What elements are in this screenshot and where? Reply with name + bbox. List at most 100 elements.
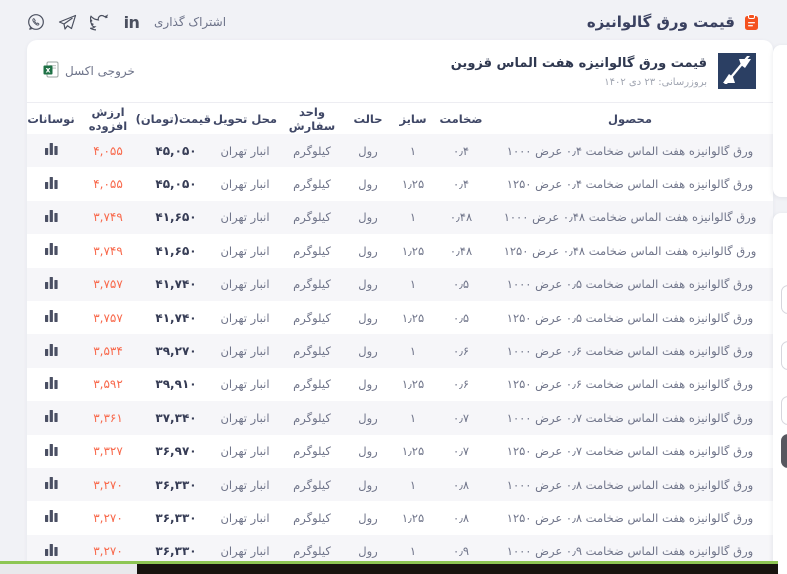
excel-icon: x [43,61,59,81]
price-table-head: محصول ضخامت سایز حالت واحد سفارش محل تحو… [27,103,773,134]
col-header-product: محصول [487,103,773,134]
product-cell: ورق گالوانیزه هفت الماس ضخامت ۰٫۴۸ عرض ۱… [487,201,773,234]
bar-chart-icon [44,479,59,493]
bar-chart-icon [44,245,59,259]
state-cell: رول [345,468,391,501]
delivery-cell: انبار تهران [211,134,279,167]
delivery-cell: انبار تهران [211,435,279,468]
col-header-delivery: محل تحویل [211,103,279,134]
vat-cell: ۴,۰۵۵ [75,134,141,167]
delivery-cell: انبار تهران [211,201,279,234]
delivery-cell: انبار تهران [211,234,279,267]
thickness-cell: ۰٫۴ [435,167,487,200]
size-cell: ۱٫۲۵ [391,435,435,468]
share-label: اشتراک گذاری [154,15,226,29]
side-button-dark[interactable] [781,434,787,468]
brand-text: قیمت ورق گالوانیزه هفت الماس قزوین بروزر… [451,54,707,88]
side-button-2[interactable] [781,341,787,370]
bar-chart-icon [44,512,59,526]
fluctuation-cell[interactable] [27,334,75,367]
bottom-banner-dark [137,564,778,574]
header-row: محصول ضخامت سایز حالت واحد سفارش محل تحو… [27,103,773,134]
fluctuation-cell[interactable] [27,301,75,334]
fluctuation-cell[interactable] [27,268,75,301]
page-title-group: قیمت ورق گالوانیزه [587,13,761,32]
product-cell: ورق گالوانیزه هفت الماس ضخامت ۰٫۴ عرض ۱۲… [487,167,773,200]
bar-chart-icon [44,446,59,460]
side-button-1[interactable] [781,285,787,314]
state-cell: رول [345,435,391,468]
whatsapp-icon[interactable] [26,13,45,32]
bar-chart-icon [44,379,59,393]
delivery-cell: انبار تهران [211,368,279,401]
fluctuation-cell[interactable] [27,368,75,401]
page-title: قیمت ورق گالوانیزه [587,13,735,31]
product-cell: ورق گالوانیزه هفت الماس ضخامت ۰٫۸ عرض ۱۰… [487,468,773,501]
thickness-cell: ۰٫۶ [435,334,487,367]
table-row: ورق گالوانیزه هفت الماس ضخامت ۰٫۴ عرض ۱۰… [27,134,773,167]
product-cell: ورق گالوانیزه هفت الماس ضخامت ۰٫۷ عرض ۱۰… [487,401,773,434]
fluctuation-cell[interactable] [27,234,75,267]
fluctuation-cell[interactable] [27,134,75,167]
vat-cell: ۳,۷۵۷ [75,268,141,301]
size-cell: ۱ [391,268,435,301]
fluctuation-cell[interactable] [27,501,75,534]
unit-cell: کیلوگرم [279,134,345,167]
bar-chart-icon [44,312,59,326]
price-cell: ۴۱,۷۴۰ [141,268,211,301]
unit-cell: کیلوگرم [279,167,345,200]
size-cell: ۱٫۲۵ [391,167,435,200]
product-cell: ورق گالوانیزه هفت الماس ضخامت ۰٫۴۸ عرض ۱… [487,234,773,267]
brand-title: قیمت ورق گالوانیزه هفت الماس قزوین [451,54,707,74]
price-table: محصول ضخامت سایز حالت واحد سفارش محل تحو… [27,103,773,568]
fluctuation-cell[interactable] [27,167,75,200]
fluctuation-cell[interactable] [27,401,75,434]
state-cell: رول [345,134,391,167]
delivery-cell: انبار تهران [211,468,279,501]
bar-chart-icon [44,145,59,159]
price-list-icon [742,13,761,32]
product-cell: ورق گالوانیزه هفت الماس ضخامت ۰٫۸ عرض ۱۲… [487,501,773,534]
table-row: ورق گالوانیزه هفت الماس ضخامت ۰٫۸ عرض ۱۲… [27,501,773,534]
linkedin-icon[interactable]: in [122,13,141,32]
excel-export-button[interactable]: خروجی اکسل x [43,61,135,81]
table-row: ورق گالوانیزه هفت الماس ضخامت ۰٫۷ عرض ۱۲… [27,435,773,468]
price-cell: ۴۱,۷۴۰ [141,301,211,334]
fluctuation-cell[interactable] [27,435,75,468]
price-cell: ۴۵,۰۵۰ [141,134,211,167]
thickness-cell: ۰٫۴۸ [435,234,487,267]
fluctuation-cell[interactable] [27,201,75,234]
bar-chart-icon [44,212,59,226]
side-button-3[interactable] [781,396,787,425]
state-cell: رول [345,268,391,301]
twitter-icon[interactable] [90,13,109,32]
bar-chart-icon [44,346,59,360]
excel-export-label: خروجی اکسل [65,64,135,78]
thickness-cell: ۰٫۴۸ [435,201,487,234]
side-panel-bottom [773,213,787,574]
price-table-body: ورق گالوانیزه هفت الماس ضخامت ۰٫۴ عرض ۱۰… [27,134,773,568]
size-cell: ۱ [391,468,435,501]
product-cell: ورق گالوانیزه هفت الماس ضخامت ۰٫۶ عرض ۱۰… [487,334,773,367]
product-cell: ورق گالوانیزه هفت الماس ضخامت ۰٫۵ عرض ۱۰… [487,268,773,301]
price-cell: ۳۶,۳۳۰ [141,468,211,501]
table-row: ورق گالوانیزه هفت الماس ضخامت ۰٫۵ عرض ۱۲… [27,301,773,334]
price-cell: ۳۶,۳۳۰ [141,501,211,534]
thickness-cell: ۰٫۸ [435,501,487,534]
vat-cell: ۳,۷۵۷ [75,301,141,334]
col-header-vat: ارزش افزوده [75,103,141,134]
fluctuation-cell[interactable] [27,468,75,501]
thickness-cell: ۰٫۶ [435,368,487,401]
unit-cell: کیلوگرم [279,501,345,534]
unit-cell: کیلوگرم [279,468,345,501]
side-panel-top [773,45,787,197]
table-row: ورق گالوانیزه هفت الماس ضخامت ۰٫۴۸ عرض ۱… [27,234,773,267]
vat-cell: ۳,۷۴۹ [75,201,141,234]
col-header-chart: نوسانات [27,103,75,134]
telegram-icon[interactable] [58,13,77,32]
svg-text:x: x [46,66,51,75]
unit-cell: کیلوگرم [279,301,345,334]
size-cell: ۱ [391,201,435,234]
table-row: ورق گالوانیزه هفت الماس ضخامت ۰٫۶ عرض ۱۲… [27,368,773,401]
price-cell: ۳۷,۳۴۰ [141,401,211,434]
